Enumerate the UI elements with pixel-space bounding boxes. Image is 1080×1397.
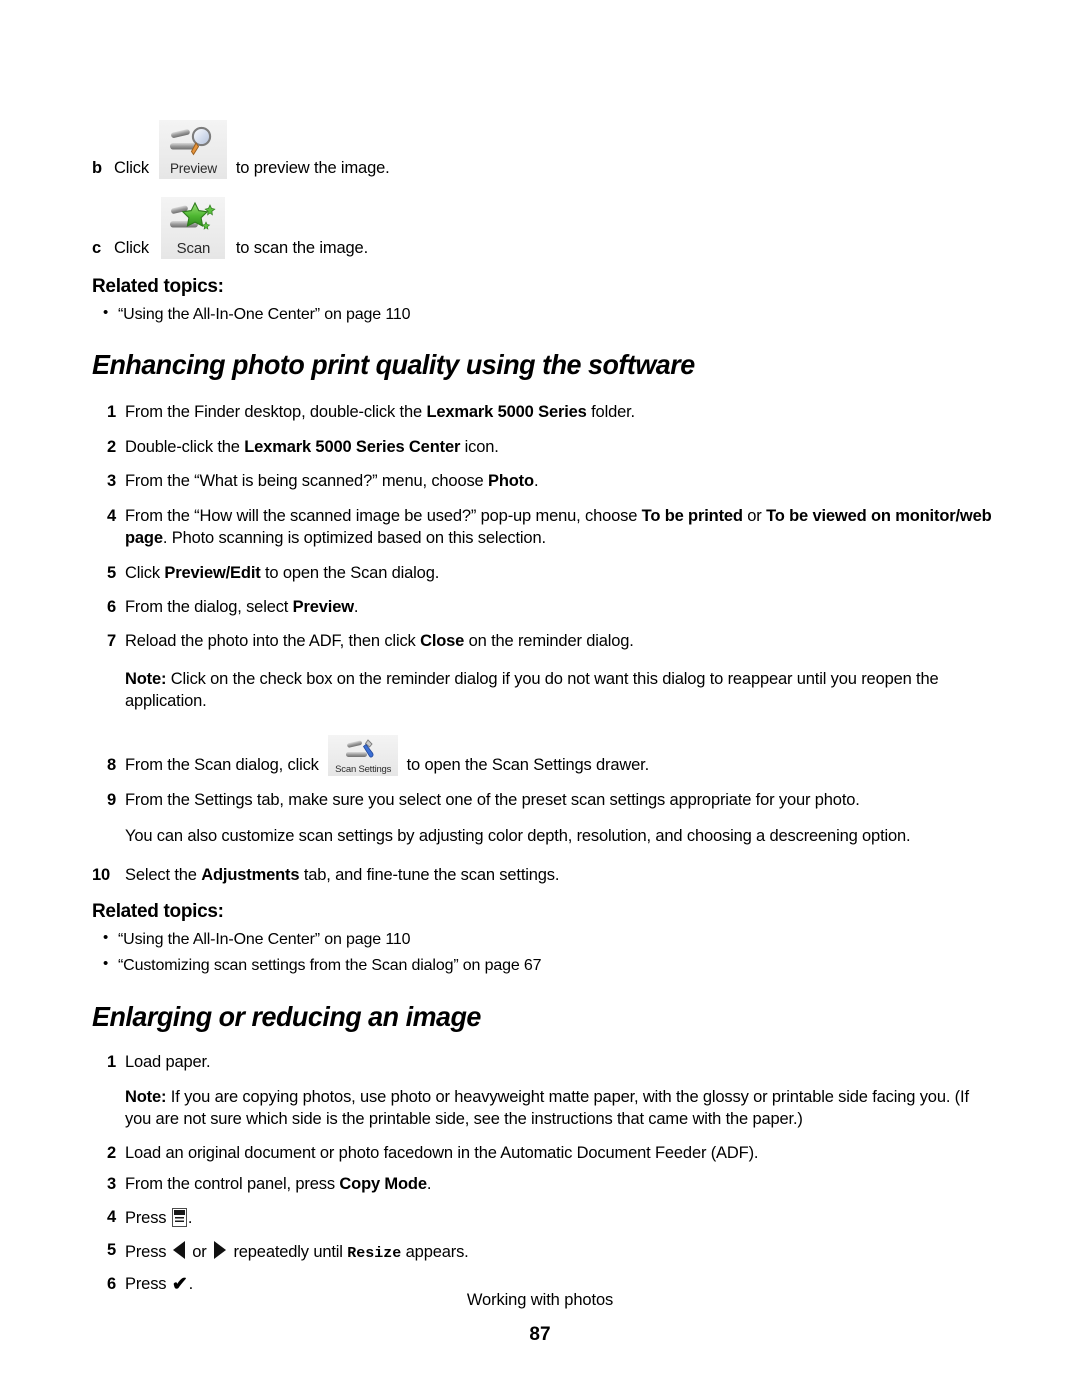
enlarging-step-1-number: 1 <box>106 1052 116 1071</box>
related-topics-list-1: “Using the All-In-One Center” on page 11… <box>92 301 992 328</box>
right-arrow-icon[interactable] <box>214 1241 227 1260</box>
step-8-tail: to open the Scan Settings drawer. <box>402 756 650 775</box>
enlarging-step-2: 2 Load an original document or photo fac… <box>92 1144 992 1163</box>
scan-settings-wrench-icon <box>328 738 398 764</box>
steps-enhancing: 1 From the Finder desktop, double-click … <box>92 401 992 653</box>
related-topic-link[interactable]: “Customizing scan settings from the Scan… <box>92 952 992 979</box>
scan-star-wand-icon <box>161 201 225 239</box>
step-2-text: Double-click the Lexmark 5000 Series Cen… <box>125 437 499 456</box>
enlarging-step-4-number: 4 <box>106 1208 116 1227</box>
substep-b: b Click Preview to preview the image. <box>92 120 992 179</box>
step-8: 8 From the Scan dialog, click Scan Setti… <box>92 734 992 777</box>
step-10-text: Select the Adjustments tab, and fine-tun… <box>125 865 560 884</box>
step-1-number: 1 <box>106 403 116 422</box>
step-6-text: From the dialog, select Preview. <box>125 598 359 617</box>
enlarging-step-5-mid: or <box>187 1243 212 1262</box>
preview-button-label: Preview <box>169 161 217 176</box>
enlarging-step-4-lead: Press <box>125 1209 171 1228</box>
enlarging-step-5: 5 Press or repeatedly until Resize appea… <box>92 1241 992 1262</box>
scan-button[interactable]: Scan <box>161 196 226 259</box>
enlarging-step-4: 4 Press . <box>92 1208 992 1228</box>
section-heading-enlarging: Enlarging or reducing an image <box>92 1000 481 1032</box>
substep-b-tail: to preview the image. <box>231 158 390 177</box>
step-3-number: 3 <box>106 472 116 491</box>
related-topic-link[interactable]: “Using the All-In-One Center” on page 11… <box>92 926 992 953</box>
note-copying-photos: Note: If you are copying photos, use pho… <box>92 1086 992 1131</box>
enlarging-step-3: 3 From the control panel, press Copy Mod… <box>92 1175 992 1194</box>
step-4: 4 From the “How will the scanned image b… <box>92 505 992 550</box>
page-content: b Click Preview to preview the image. c … <box>92 88 992 1294</box>
enlarging-step-5-tail: appears. <box>401 1243 469 1262</box>
step-9-text: From the Settings tab, make sure you sel… <box>125 791 860 810</box>
enlarging-step-5-number: 5 <box>106 1241 116 1260</box>
control-panel-menu-icon[interactable] <box>171 1208 187 1228</box>
step-10: 10 Select the Adjustments tab, and fine-… <box>92 866 992 885</box>
step-8-number: 8 <box>106 756 116 775</box>
related-topics-list-2: “Using the All-In-One Center” on page 11… <box>92 926 992 979</box>
substep-c-tail: to scan the image. <box>231 238 368 257</box>
enlarging-step-3-text: From the control panel, press Copy Mode. <box>125 1175 432 1194</box>
step-1-text: From the Finder desktop, double-click th… <box>125 403 635 422</box>
resize-menu-label: Resize <box>347 1245 402 1263</box>
step-5-number: 5 <box>106 563 116 582</box>
step-9: 9 From the Settings tab, make sure you s… <box>92 791 992 810</box>
note-body: If you are copying photos, use photo or … <box>125 1087 969 1128</box>
substep-c: c Click Scan to scan the image. <box>92 196 992 259</box>
substep-c-marker: c <box>92 238 102 257</box>
step-9-extra-text: You can also customize scan settings by … <box>125 827 911 846</box>
enlarging-step-1-text: Load paper. <box>125 1052 211 1071</box>
note-body: Click on the check box on the reminder d… <box>125 669 939 711</box>
step-4-text: From the “How will the scanned image be … <box>125 506 992 548</box>
page-footer: Working with photos 87 <box>0 1291 1080 1346</box>
left-arrow-icon[interactable] <box>172 1241 185 1260</box>
note-label: Note: <box>125 1087 167 1106</box>
step-7: 7 Reload the photo into the ADF, then cl… <box>92 630 992 652</box>
step-1: 1 From the Finder desktop, double-click … <box>92 401 992 423</box>
step-2: 2 Double-click the Lexmark 5000 Series C… <box>92 436 992 458</box>
substep-b-lead: Click <box>114 158 154 177</box>
step-6: 6 From the dialog, select Preview. <box>92 596 992 618</box>
page-number: 87 <box>529 1324 551 1345</box>
enlarging-step-1: 1 Load paper. <box>92 1053 992 1072</box>
substep-c-lead: Click <box>114 238 154 257</box>
note-label: Note: <box>125 669 167 688</box>
step-9-number: 9 <box>106 791 116 810</box>
step-10-number: 10 <box>92 865 111 884</box>
document-page: b Click Preview to preview the image. c … <box>0 0 1080 1397</box>
enlarging-step-2-text: Load an original document or photo faced… <box>125 1144 759 1163</box>
step-7-number: 7 <box>106 632 116 651</box>
scan-button-label: Scan <box>176 239 211 257</box>
step-5: 5 Click Preview/Edit to open the Scan di… <box>92 562 992 584</box>
preview-magnifier-icon <box>159 124 227 160</box>
related-topics-heading-2: Related topics: <box>92 900 224 922</box>
scan-settings-button-label: Scan Settings <box>335 763 392 775</box>
substep-b-marker: b <box>92 158 102 177</box>
enlarging-step-4-tail: . <box>187 1209 193 1228</box>
note-reminder-dialog: Note: Click on the check box on the remi… <box>92 668 992 713</box>
enlarging-step-3-number: 3 <box>106 1175 116 1194</box>
step-2-number: 2 <box>106 437 116 456</box>
footer-chapter-title: Working with photos <box>466 1291 614 1309</box>
enlarging-step-5-after: repeatedly until <box>229 1243 348 1262</box>
scan-settings-button[interactable]: Scan Settings <box>328 734 399 777</box>
step-5-text: Click Preview/Edit to open the Scan dial… <box>125 563 440 582</box>
step-6-number: 6 <box>106 598 116 617</box>
step-4-number: 4 <box>106 506 116 525</box>
step-3: 3 From the “What is being scanned?” menu… <box>92 470 992 492</box>
related-topics-heading-1: Related topics: <box>92 275 224 297</box>
step-8-lead: From the Scan dialog, click <box>125 756 324 775</box>
preview-button[interactable]: Preview <box>159 120 228 179</box>
section-heading-enhancing: Enhancing photo print quality using the … <box>92 349 695 381</box>
step-3-text: From the “What is being scanned?” menu, … <box>125 472 539 491</box>
related-topic-link[interactable]: “Using the All-In-One Center” on page 11… <box>92 301 992 328</box>
enlarging-step-5-lead: Press <box>125 1243 171 1262</box>
enlarging-step-2-number: 2 <box>106 1144 116 1163</box>
step-7-text: Reload the photo into the ADF, then clic… <box>125 632 634 651</box>
